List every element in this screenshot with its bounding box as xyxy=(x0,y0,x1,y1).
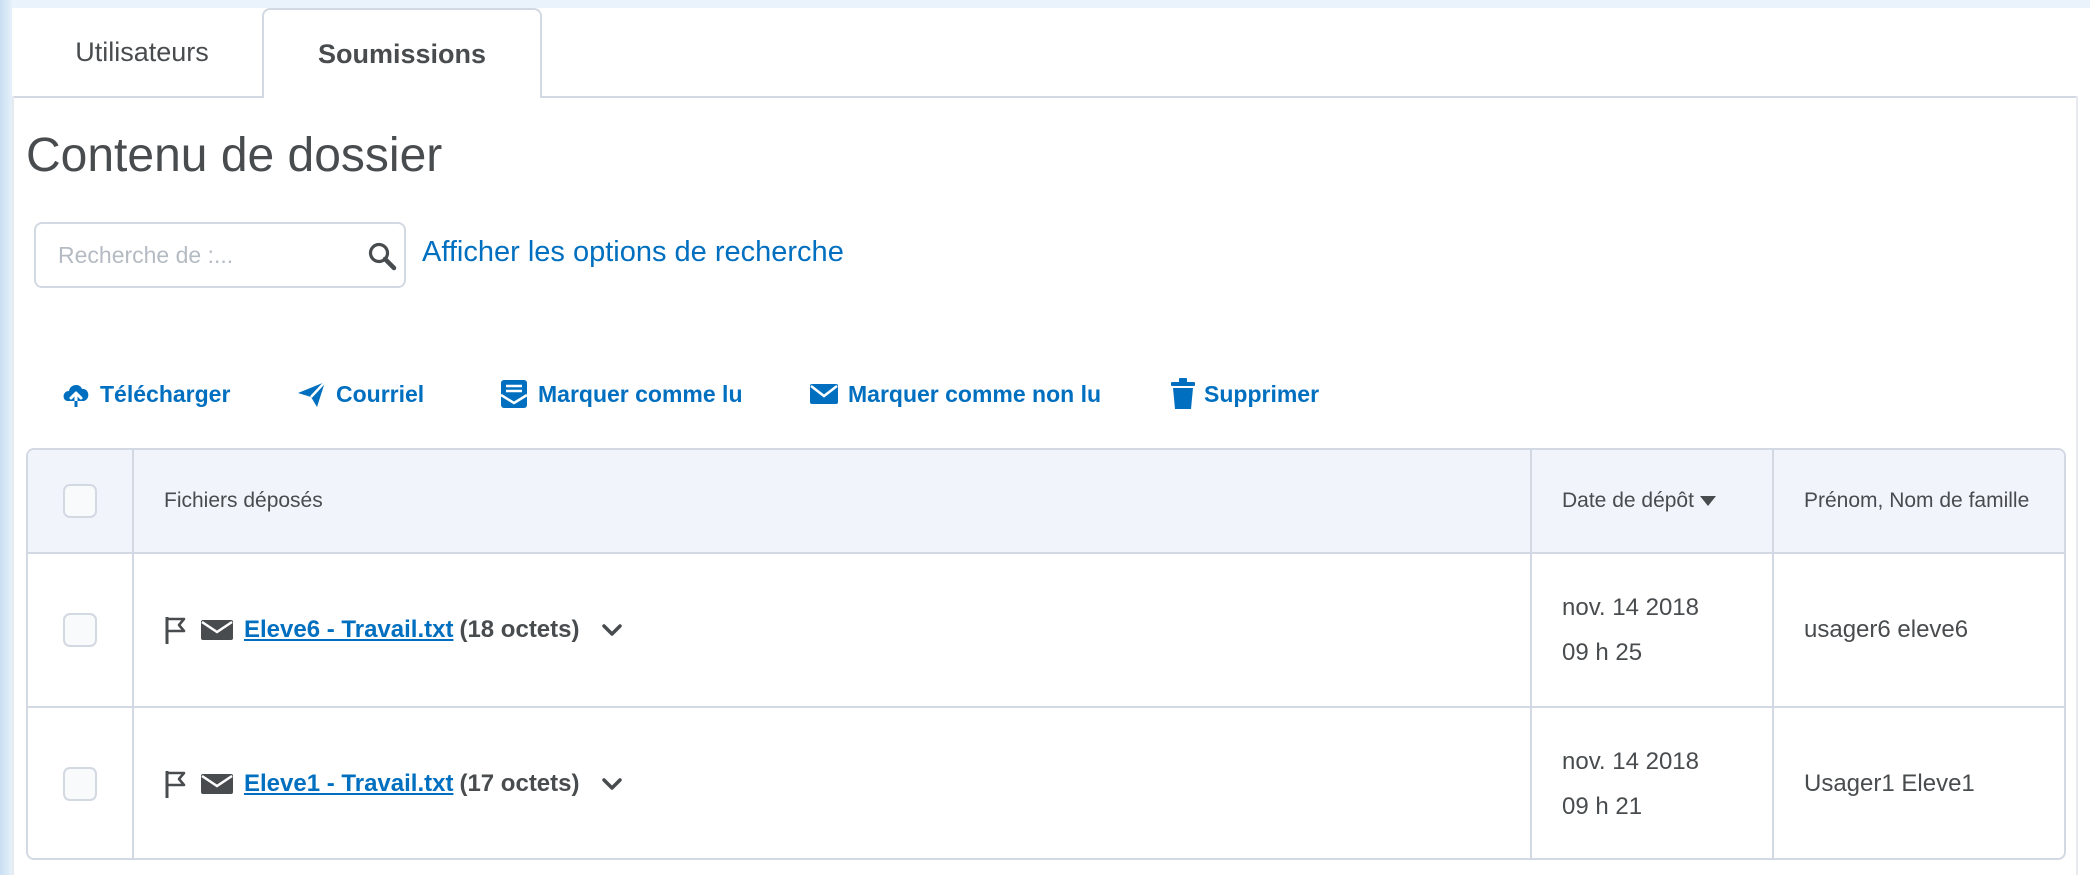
main-frame: Utilisateurs Soumissions Contenu de doss… xyxy=(12,0,2090,875)
top-strip xyxy=(12,0,2090,8)
time-line: 09 h 25 xyxy=(1562,639,1643,666)
header-name[interactable]: Prénom, Nom de famille xyxy=(1774,450,2064,552)
upload-cloud-icon xyxy=(63,385,89,409)
date-line: nov. 14 2018 xyxy=(1562,748,1700,775)
flag-icon[interactable] xyxy=(164,615,188,645)
header-files-label: Fichiers déposés xyxy=(164,489,323,512)
select-all-checkbox[interactable] xyxy=(63,484,97,518)
row-checkbox[interactable] xyxy=(63,613,97,647)
envelope-icon xyxy=(201,620,233,640)
search-icon[interactable] xyxy=(366,240,400,274)
search-input[interactable] xyxy=(36,224,358,286)
column-divider xyxy=(132,450,134,858)
file-link[interactable]: Eleve1 - Travail.txt xyxy=(244,770,453,798)
envelope-icon xyxy=(201,774,233,794)
date-cell: nov. 14 2018 09 h 25 xyxy=(1532,554,1772,706)
file-cell: Eleve1 - Travail.txt (17 octets) xyxy=(134,708,1530,858)
delete-label: Supprimer xyxy=(1204,380,1320,407)
column-divider xyxy=(1772,450,1774,858)
envelope-open-icon xyxy=(500,380,528,408)
time-line: 09 h 21 xyxy=(1562,793,1643,820)
download-button[interactable]: Télécharger xyxy=(60,374,230,414)
header-check-cell xyxy=(28,450,132,552)
email-button[interactable]: Courriel xyxy=(296,374,424,414)
column-divider xyxy=(1530,450,1532,858)
name-cell: usager6 eleve6 xyxy=(1774,554,2064,706)
search-box xyxy=(34,222,406,288)
tab-bar: Utilisateurs Soumissions xyxy=(12,8,2078,98)
file-link[interactable]: Eleve6 - Travail.txt xyxy=(244,616,453,644)
envelope-icon xyxy=(810,384,838,404)
tab-users[interactable]: Utilisateurs xyxy=(32,8,252,96)
header-date-label[interactable]: Date de dépôt xyxy=(1562,489,1694,513)
user-name: Usager1 Eleve1 xyxy=(1804,770,1975,797)
tab-submissions[interactable]: Soumissions xyxy=(262,8,542,98)
table-row: Eleve1 - Travail.txt (17 octets) nov. 14… xyxy=(28,708,2064,858)
table-header-row: Fichiers déposés Date de dépôt Prénom, N… xyxy=(28,450,2064,554)
row-checkbox[interactable] xyxy=(63,767,97,801)
email-label: Courriel xyxy=(336,380,425,407)
row-check-cell xyxy=(28,708,132,858)
submissions-table: Fichiers déposés Date de dépôt Prénom, N… xyxy=(26,448,2066,860)
header-files: Fichiers déposés xyxy=(134,450,1530,552)
row-check-cell xyxy=(28,554,132,706)
header-name-label[interactable]: Prénom, Nom de famille xyxy=(1804,489,2029,513)
panel-right-border xyxy=(2076,96,2078,875)
file-size: (17 octets) xyxy=(459,770,580,797)
panel-left-border xyxy=(12,96,14,875)
chevron-down-icon[interactable] xyxy=(601,623,622,637)
flag-icon[interactable] xyxy=(164,769,188,799)
sort-down-icon[interactable] xyxy=(1699,496,1716,506)
paper-plane-icon xyxy=(298,381,326,407)
mark-read-button[interactable]: Marquer comme lu xyxy=(498,374,743,414)
trash-icon xyxy=(1171,378,1195,409)
file-cell: Eleve6 - Travail.txt (18 octets) xyxy=(134,554,1530,706)
delete-button[interactable]: Supprimer xyxy=(1170,374,1319,414)
date-value: nov. 14 2018 09 h 21 xyxy=(1562,739,1699,829)
mark-read-label: Marquer comme lu xyxy=(538,380,743,407)
header-date[interactable]: Date de dépôt xyxy=(1532,450,1772,552)
search-options-link[interactable]: Afficher les options de recherche xyxy=(422,236,844,269)
table-row: Eleve6 - Travail.txt (18 octets) nov. 14… xyxy=(28,554,2064,708)
date-cell: nov. 14 2018 09 h 21 xyxy=(1532,708,1772,858)
file-size: (18 octets) xyxy=(459,616,580,643)
date-line: nov. 14 2018 xyxy=(1562,594,1700,621)
page-title: Contenu de dossier xyxy=(26,129,443,182)
mark-unread-label: Marquer comme non lu xyxy=(848,380,1102,407)
mark-unread-button[interactable]: Marquer comme non lu xyxy=(808,374,1101,414)
name-cell: Usager1 Eleve1 xyxy=(1774,708,2064,858)
download-label: Télécharger xyxy=(100,380,231,407)
user-name: usager6 eleve6 xyxy=(1804,616,1969,643)
date-value: nov. 14 2018 09 h 25 xyxy=(1562,585,1699,675)
chevron-down-icon[interactable] xyxy=(601,777,622,791)
